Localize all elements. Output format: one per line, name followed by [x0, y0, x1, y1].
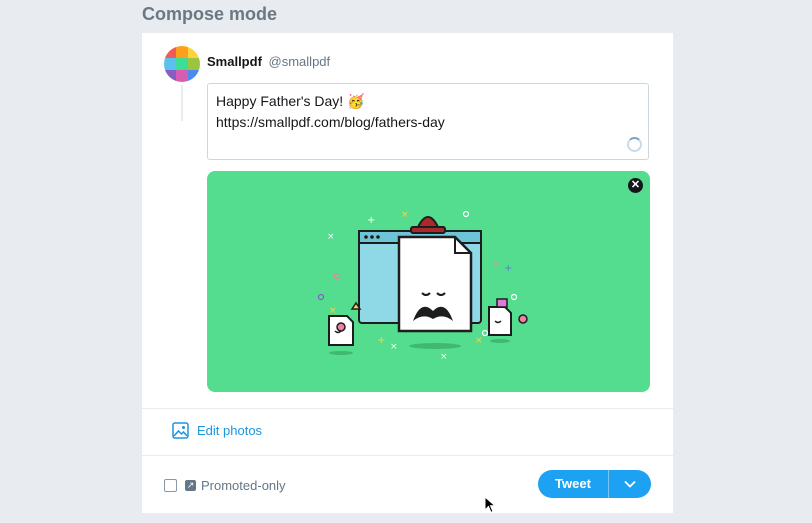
tweet-button[interactable]: Tweet [538, 470, 608, 498]
svg-text:×: × [327, 232, 335, 242]
tweet-text-line-1: Happy Father's Day! 🥳 [216, 93, 365, 109]
svg-text:×: × [401, 210, 409, 220]
svg-text:×: × [492, 260, 500, 270]
author-handle: @smallpdf [268, 54, 331, 69]
tweet-button-group: Tweet [538, 470, 651, 498]
chevron-down-icon [624, 480, 636, 488]
page-title: Compose mode [142, 4, 278, 24]
media-preview: + × × × + × × × × + ✕ [207, 171, 650, 392]
promoted-only-checkbox[interactable] [164, 479, 177, 492]
mouse-cursor-icon [484, 496, 496, 514]
loading-spinner-icon [627, 137, 642, 152]
author-name: Smallpdf [207, 54, 262, 69]
compose-card: Smallpdf @smallpdf Happy Father's Day! 🥳… [142, 33, 673, 513]
divider [142, 408, 673, 409]
avatar [164, 46, 200, 82]
edit-photos-button[interactable]: Edit photos [172, 422, 262, 439]
svg-text:+: + [377, 335, 385, 346]
thread-line [181, 85, 183, 121]
divider [142, 455, 673, 456]
svg-text:+: + [504, 263, 512, 274]
promoted-icon: ↗ [185, 480, 196, 491]
svg-text:×: × [329, 306, 337, 316]
promoted-only-option[interactable]: ↗ Promoted-only [164, 478, 286, 493]
author-info: Smallpdf @smallpdf [207, 54, 330, 69]
tweet-options-button[interactable] [609, 470, 651, 498]
image-icon [172, 422, 189, 439]
fathers-day-illustration: + × × × + × × × × + [317, 210, 528, 362]
svg-text:×: × [440, 352, 448, 362]
svg-text:+: + [367, 215, 375, 226]
tweet-text-input[interactable]: Happy Father's Day! 🥳 https://smallpdf.c… [207, 83, 649, 160]
close-icon[interactable]: ✕ [628, 178, 643, 193]
tweet-text-line-2: https://smallpdf.com/blog/fathers-day [216, 114, 445, 130]
promoted-only-label: Promoted-only [201, 478, 286, 493]
svg-text:×: × [390, 342, 398, 352]
edit-photos-label: Edit photos [197, 423, 263, 438]
svg-text:×: × [475, 336, 483, 346]
